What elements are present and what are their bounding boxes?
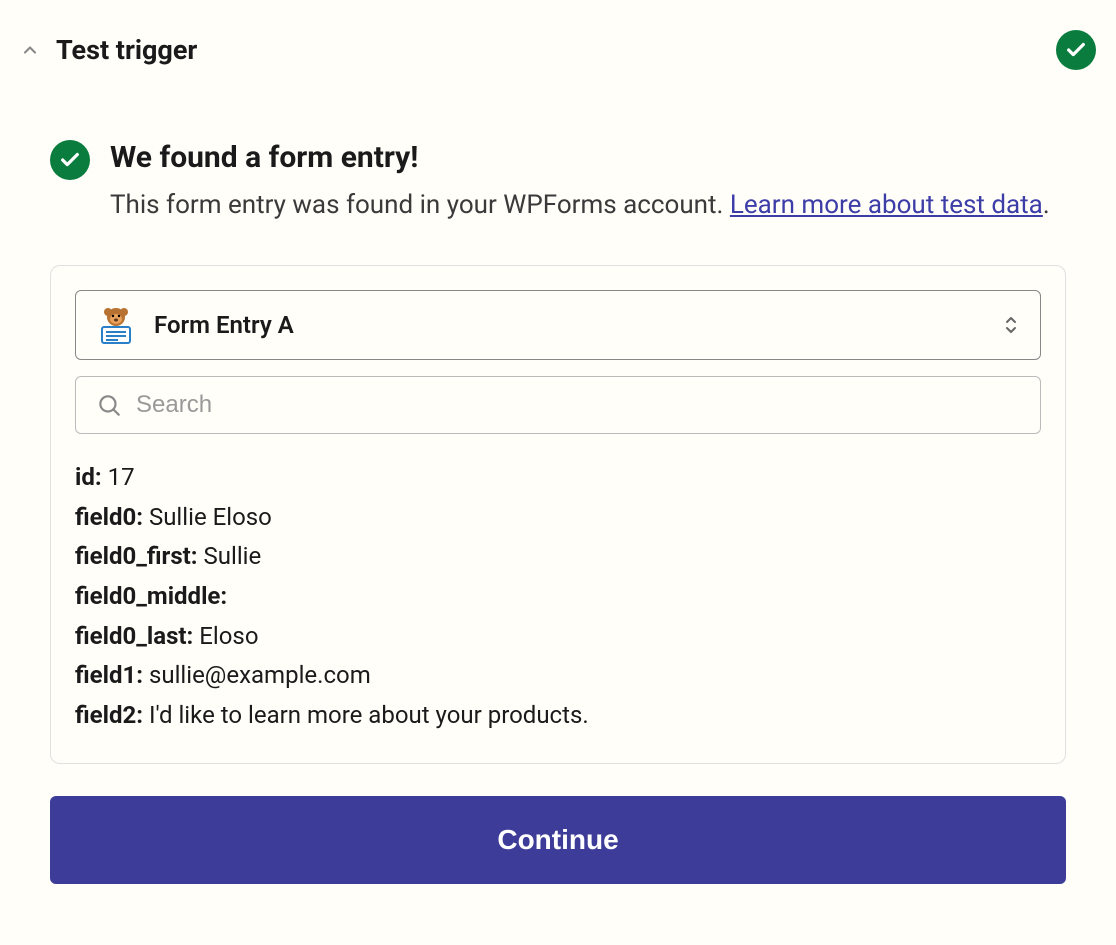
field-row: id: 17	[75, 458, 1041, 498]
entry-select[interactable]: Form Entry A	[75, 290, 1041, 360]
field-value: I'd like to learn more about your produc…	[143, 701, 589, 729]
app-icon	[96, 305, 136, 345]
field-value: sullie@example.com	[143, 661, 371, 689]
success-title: We found a form entry!	[110, 140, 1066, 175]
field-row: field0_first: Sullie	[75, 537, 1041, 577]
field-key: field0_middle:	[75, 582, 227, 610]
field-row: field0: Sullie Eloso	[75, 498, 1041, 538]
field-value: Sullie	[198, 542, 262, 570]
search-input[interactable]	[136, 391, 1020, 419]
field-key: field1:	[75, 661, 143, 689]
field-list: id: 17field0: Sullie Elosofield0_first: …	[75, 454, 1041, 739]
field-key: id:	[75, 463, 102, 491]
check-icon	[59, 149, 81, 171]
field-value: Eloso	[193, 622, 258, 650]
field-row: field0_middle:	[75, 577, 1041, 617]
success-desc-text: This form entry was found in your WPForm…	[110, 190, 730, 220]
field-key: field0_first:	[75, 542, 198, 570]
field-value: 17	[102, 463, 135, 491]
wpforms-icon	[96, 305, 136, 345]
chevron-up-icon	[20, 40, 40, 60]
field-key: field0_last:	[75, 622, 193, 650]
learn-more-link[interactable]: Learn more about test data	[730, 190, 1043, 220]
field-row: field0_last: Eloso	[75, 617, 1041, 657]
select-updown-icon	[1002, 313, 1020, 337]
field-key: field2:	[75, 701, 143, 729]
section-header: Test trigger	[20, 20, 1096, 80]
status-success-badge	[50, 140, 90, 180]
success-message: We found a form entry! This form entry w…	[20, 80, 1096, 265]
success-text-block: We found a form entry! This form entry w…	[110, 140, 1066, 225]
section-header-left: Test trigger	[20, 34, 197, 66]
collapse-toggle[interactable]	[20, 40, 40, 60]
entry-card: Form Entry A id: 17field0: Sullie Elosof…	[50, 265, 1066, 764]
check-icon	[1065, 39, 1087, 61]
field-key: field0:	[75, 503, 143, 531]
field-row: field1: sullie@example.com	[75, 656, 1041, 696]
success-description: This form entry was found in your WPForm…	[110, 185, 1066, 225]
success-desc-after: .	[1043, 190, 1050, 220]
field-row: field2: I'd like to learn more about you…	[75, 696, 1041, 736]
field-value: Sullie Eloso	[143, 503, 272, 531]
search-icon	[96, 392, 122, 418]
continue-button[interactable]: Continue	[50, 796, 1066, 884]
status-success-badge	[1056, 30, 1096, 70]
entry-select-label: Form Entry A	[154, 311, 984, 339]
section-title: Test trigger	[56, 34, 197, 66]
search-box[interactable]	[75, 376, 1041, 434]
